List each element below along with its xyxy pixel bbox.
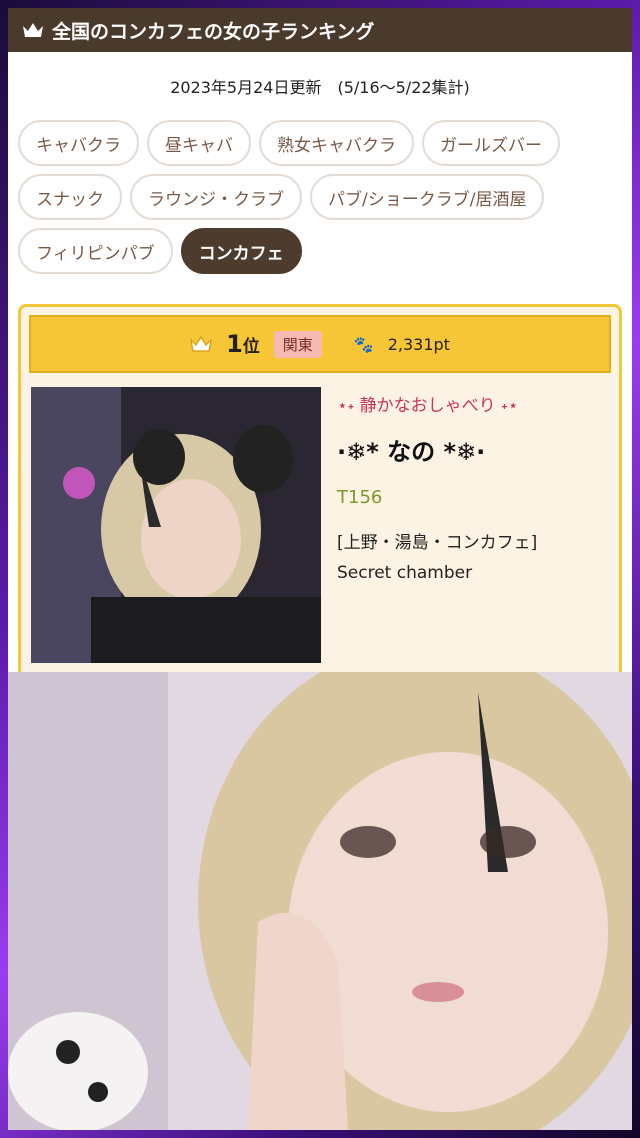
tab-jukujo-kyabakura[interactable]: 熟女キャバクラ — [259, 120, 414, 166]
profile-section: ⋆˖ 静かなおしゃべり ˖⋆ ·❄* なの *❄· T156 [上野・湯島・コン… — [21, 373, 619, 663]
crown-icon — [190, 335, 212, 352]
rank-number: 1位 — [226, 330, 260, 358]
update-date: 2023年5月24日更新 (5/16〜5/22集計) — [170, 78, 470, 97]
tab-snack[interactable]: スナック — [18, 174, 122, 220]
rank-bar: 1位 関東 🐾 2,331pt — [29, 315, 611, 373]
ranking-card[interactable]: 1位 関東 🐾 2,331pt ⋆˖ 静かなおしゃべり ˖⋆ ·❄* なの *❄… — [18, 304, 622, 672]
catchphrase: ⋆˖ 静かなおしゃべり ˖⋆ — [337, 396, 519, 416]
rank-value: 1 — [226, 330, 243, 358]
crown-icon — [23, 23, 43, 37]
featured-photo — [8, 672, 632, 1130]
category-tabs: キャバクラ 昼キャバ 熟女キャバクラ ガールズバー スナック ラウンジ・クラブ … — [8, 120, 632, 274]
page-header: 全国のコンカフェの女の子ランキング — [8, 8, 632, 52]
rank-suffix: 位 — [242, 337, 260, 357]
tab-concafe[interactable]: コンカフェ — [180, 228, 302, 274]
region-badge: 関東 — [273, 330, 322, 358]
paw-icon: 🐾 — [353, 334, 374, 354]
profile-photo-art — [31, 387, 321, 663]
tab-kyabakura[interactable]: キャバクラ — [18, 120, 139, 166]
height-value: T156 — [337, 487, 383, 508]
shop-name[interactable]: Secret chamber — [337, 563, 537, 583]
tab-hiru-kyaba[interactable]: 昼キャバ — [147, 120, 251, 166]
points-value: 2,331pt — [387, 334, 450, 354]
ranking-page: 全国のコンカフェの女の子ランキング 2023年5月24日更新 (5/16〜5/2… — [8, 8, 632, 672]
tab-girls-bar[interactable]: ガールズバー — [422, 120, 560, 166]
area-tag: [上野・湯島・コンカフェ] — [337, 533, 538, 553]
tab-lounge-club[interactable]: ラウンジ・クラブ — [130, 174, 302, 220]
profile-info: ⋆˖ 静かなおしゃべり ˖⋆ ·❄* なの *❄· T156 [上野・湯島・コン… — [337, 387, 537, 663]
featured-photo-art — [8, 672, 632, 1130]
girl-name[interactable]: ·❄* なの *❄· — [337, 432, 537, 467]
tab-filipino-pub[interactable]: フィリピンパブ — [18, 228, 173, 274]
tab-pub-show-club[interactable]: パブ/ショークラブ/居酒屋 — [310, 174, 545, 220]
page-title: 全国のコンカフェの女の子ランキング — [52, 20, 375, 43]
profile-photo[interactable] — [31, 387, 321, 663]
